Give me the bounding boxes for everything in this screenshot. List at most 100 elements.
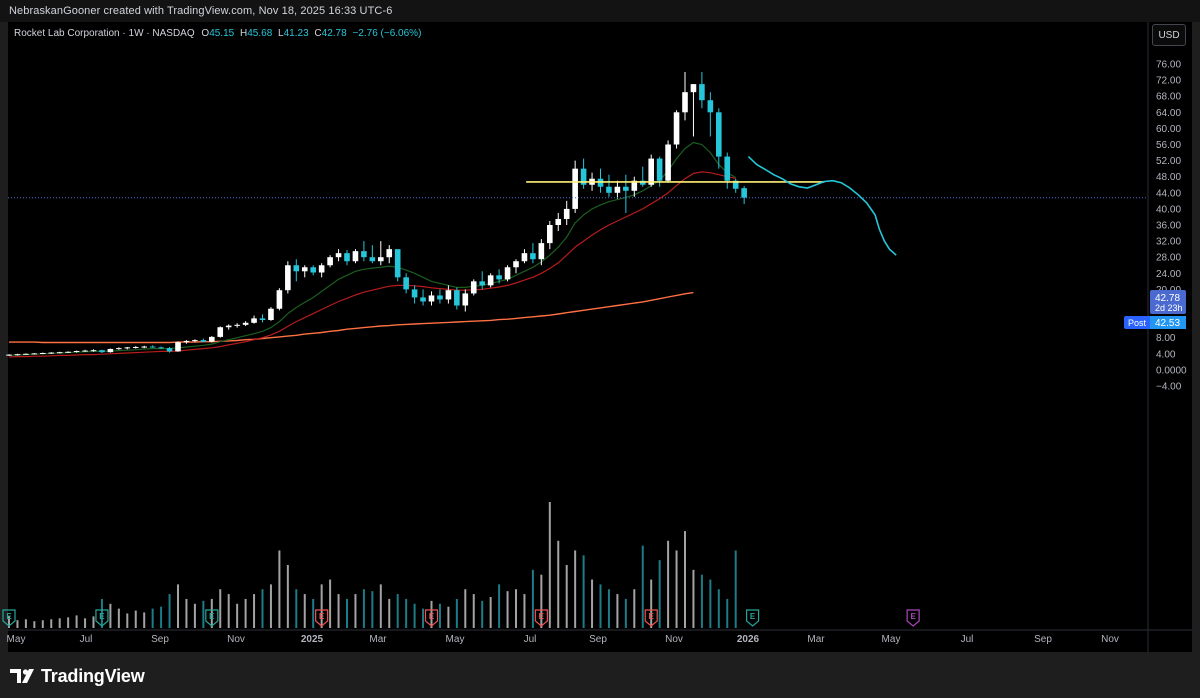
price-chart[interactable]: E E E E E E E E E 76.00 72.00 68.00 64.00 60.00 56.00… <box>0 0 1200 652</box>
candle-body <box>716 112 722 157</box>
y-tick-label: 72.00 <box>1156 76 1181 87</box>
volume-bar <box>219 589 222 628</box>
candle-body <box>192 340 198 342</box>
volume-bar <box>312 598 315 628</box>
y-tick-label: 8.00 <box>1156 333 1176 344</box>
volume-bar <box>565 565 568 628</box>
candle-body <box>504 267 511 280</box>
earnings-marker-letter: E <box>319 612 325 621</box>
volume-bar <box>438 603 441 628</box>
candle-body <box>555 218 562 225</box>
volume-bar <box>362 589 365 628</box>
volume-bar <box>261 589 264 628</box>
volume-bar <box>143 612 146 628</box>
post-market-price: 42.53 <box>1155 318 1180 329</box>
volume-bar <box>447 606 450 628</box>
x-tick-label: Jul <box>80 634 93 645</box>
volume-bar <box>379 584 382 628</box>
volume-bar <box>481 600 484 628</box>
y-tick-label: 0.0000 <box>1156 365 1187 376</box>
volume-bar <box>464 589 467 628</box>
candle-body <box>538 243 545 260</box>
volume-bar <box>607 589 610 628</box>
candle-body <box>48 352 55 354</box>
volume-bar <box>41 620 44 628</box>
volume-bar <box>168 594 171 628</box>
volume-bar <box>109 603 112 628</box>
volume-bar <box>50 619 53 628</box>
volume-bar <box>58 618 61 628</box>
bar-countdown: 2d 23h <box>1155 303 1183 313</box>
volume-bar <box>498 584 501 628</box>
currency-button[interactable]: USD <box>1152 24 1186 46</box>
earnings-marker-letter: E <box>539 612 545 621</box>
earnings-marker-letter: E <box>429 612 435 621</box>
close-label: C <box>314 28 322 39</box>
candle-body <box>724 156 731 181</box>
volume-bar <box>75 615 78 628</box>
volume-bar <box>709 579 712 628</box>
tradingview-snapshot: NebraskanGooner created with TradingView… <box>0 0 1200 698</box>
x-tick-label: May <box>7 634 26 645</box>
volume-bar <box>531 569 534 628</box>
volume-bar <box>151 608 154 628</box>
candle-body <box>682 92 688 113</box>
candle-body <box>293 265 300 272</box>
time-axis[interactable] <box>8 630 1148 652</box>
volume-bar <box>269 584 272 628</box>
y-tick-label: 24.00 <box>1156 269 1181 280</box>
volume-bar <box>236 603 239 628</box>
x-tick-label: Sep <box>151 634 169 645</box>
candle-body <box>124 347 131 349</box>
x-tick-label: Nov <box>665 634 683 645</box>
candle-body <box>242 322 249 325</box>
footer: TradingView <box>0 652 1200 698</box>
volume-bar <box>388 598 391 628</box>
earnings-marker-letter: E <box>649 612 655 621</box>
candle-body <box>656 158 663 181</box>
volume-bar <box>422 608 425 628</box>
candle-body <box>454 290 460 306</box>
y-tick-label: 40.00 <box>1156 204 1181 215</box>
candle-body <box>563 208 570 219</box>
volume-bar <box>320 584 323 628</box>
earnings-marker-letter: E <box>910 612 916 621</box>
candle-body <box>699 84 705 101</box>
tradingview-logo-icon <box>10 667 38 685</box>
candle-body <box>530 253 536 260</box>
candle-body <box>411 289 418 298</box>
candle-body <box>352 251 359 262</box>
volume-bar <box>675 550 678 628</box>
candle-body <box>56 352 63 354</box>
candle-body <box>285 265 291 291</box>
post-market-label: Post <box>1128 318 1147 328</box>
y-tick-label: 36.00 <box>1156 221 1181 232</box>
candle-body <box>225 325 232 328</box>
volume-bar <box>684 531 686 628</box>
tradingview-logo[interactable]: TradingView <box>10 664 145 688</box>
plot-area[interactable] <box>8 22 1148 630</box>
candle-body <box>318 265 325 273</box>
volume-bar <box>33 621 36 628</box>
y-tick-label: 32.00 <box>1156 237 1181 248</box>
candle-body <box>496 275 502 280</box>
volume-bar <box>633 589 636 628</box>
tradingview-logo-text: TradingView <box>41 665 145 686</box>
candle-body <box>327 257 333 266</box>
volume-bar <box>599 584 602 628</box>
candle-body <box>361 251 367 258</box>
volume-bar <box>692 569 695 628</box>
volume-bar <box>24 619 27 628</box>
volume-bar <box>658 560 661 628</box>
candle-body <box>513 261 519 268</box>
y-tick-label: 60.00 <box>1156 124 1181 135</box>
candle-body <box>344 253 350 262</box>
volume-bar <box>185 598 188 628</box>
earnings-marker-letter: E <box>99 612 105 621</box>
earnings-marker-letter: E <box>750 612 756 621</box>
candle-body <box>378 257 384 262</box>
candle-body <box>470 281 477 294</box>
volume-bar <box>557 540 560 628</box>
volume-bar <box>160 606 163 628</box>
x-tick-label: Jul <box>524 634 537 645</box>
